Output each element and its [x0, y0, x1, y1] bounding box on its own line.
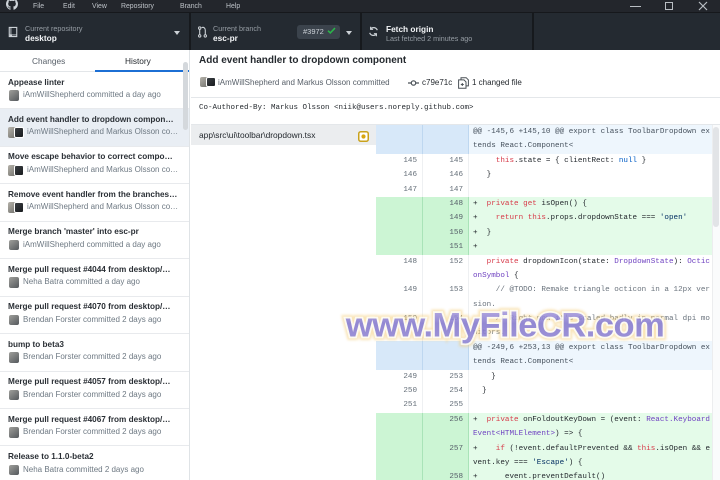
- svg-text:www.MyFileCR.com: www.MyFileCR.com: [345, 307, 665, 345]
